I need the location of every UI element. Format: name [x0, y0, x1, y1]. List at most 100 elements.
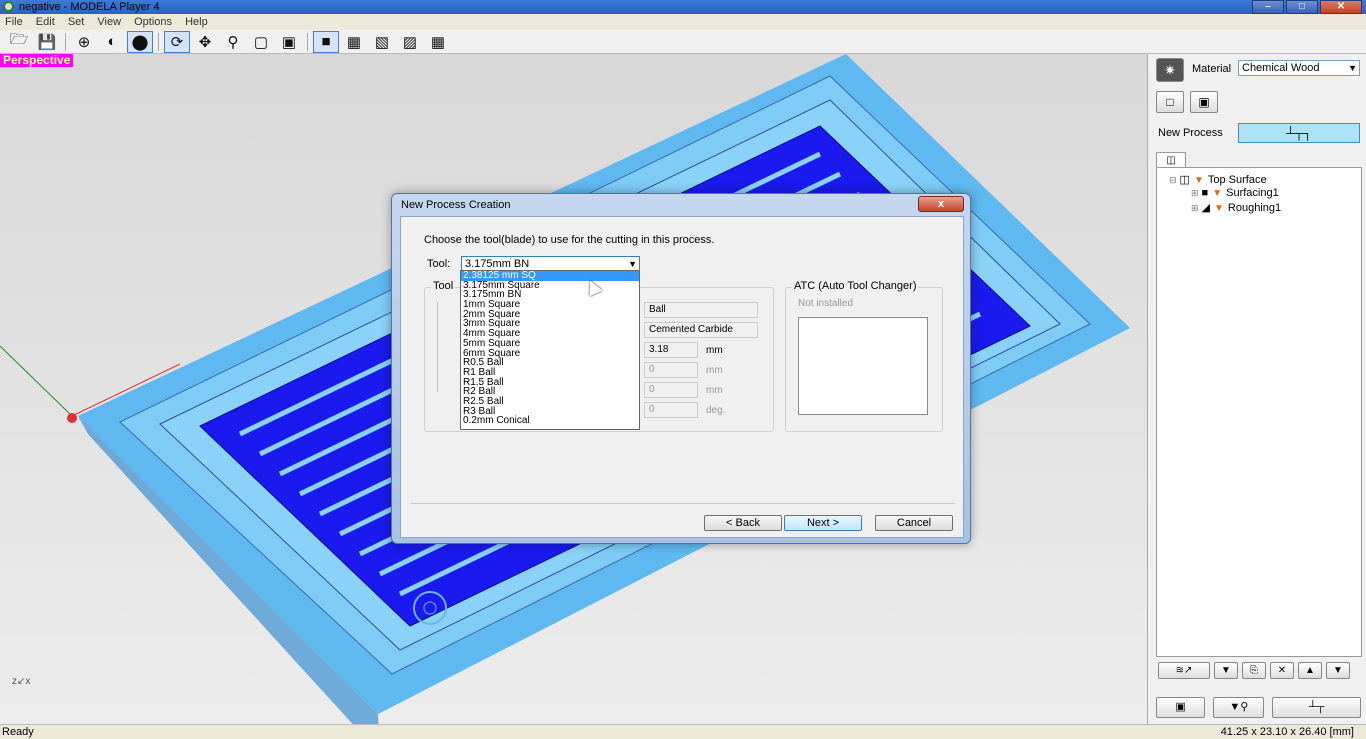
- view-front-icon[interactable]: ▧: [369, 31, 395, 53]
- tree-item-roughing1[interactable]: ⊞ ◢ ▼ Roughing1: [1191, 201, 1281, 214]
- new-process-label: New Process: [1158, 127, 1223, 139]
- material-select-value: Chemical Wood: [1242, 62, 1320, 74]
- view-right-icon[interactable]: ▨: [397, 31, 423, 53]
- view-grid-icon[interactable]: ▦: [425, 31, 451, 53]
- tool-shape-field: Ball: [644, 302, 758, 318]
- material-view-button[interactable]: ▣: [1190, 91, 1218, 113]
- tree-item-label: Roughing1: [1227, 202, 1282, 214]
- window-title: negative - MODELA Player 4: [19, 1, 160, 13]
- preview-cutting-button[interactable]: ▼⚲: [1213, 697, 1265, 718]
- expand-icon: ⊞: [1191, 203, 1199, 213]
- axis-indicator: z↙x: [12, 676, 31, 687]
- preview-button[interactable]: ▣: [1156, 697, 1206, 718]
- close-button[interactable]: ✕: [1320, 0, 1362, 14]
- open-icon[interactable]: 🗁: [6, 31, 32, 53]
- new-process-button[interactable]: ┴┬┐: [1238, 123, 1360, 143]
- maximize-button[interactable]: □: [1286, 0, 1318, 14]
- status-bar: Ready 41.25 x 23.10 x 26.40 [mm]: [0, 724, 1366, 739]
- dropdown-option[interactable]: 0.2mm Conical: [461, 416, 639, 426]
- toolbar: 🗁 💾 ⊕ ◐ ⬤ ⟳ ✥ ⚲ ▢ ▣ ■ ▦ ▧ ▨ ▦: [0, 30, 1366, 54]
- dialog-title: New Process Creation: [401, 199, 511, 211]
- process-tree-tab[interactable]: ◫: [1156, 152, 1186, 168]
- model-view-button[interactable]: □: [1156, 91, 1184, 113]
- param2-unit: mm: [706, 365, 723, 376]
- pan-icon[interactable]: ✥: [192, 31, 218, 53]
- app-icon: [3, 1, 14, 12]
- minimize-button[interactable]: –: [1252, 0, 1284, 14]
- material-label: Material: [1192, 63, 1232, 75]
- zoom-fit-icon[interactable]: ▣: [276, 31, 302, 53]
- dialog-prompt: Choose the tool(blade) to use for the cu…: [424, 234, 715, 246]
- tool-param2-field: 0: [644, 362, 698, 378]
- view-mode-label: Perspective: [0, 54, 74, 67]
- window-controls: – □ ✕: [1252, 0, 1362, 14]
- expand-icon: ⊞: [1191, 188, 1199, 198]
- stack-icon: ◫: [1179, 174, 1190, 186]
- tool-dropdown-list: 2.38125 mm SQ 3.175mm Square 3.175mm BN …: [460, 270, 640, 430]
- globe-icon[interactable]: ⊕: [71, 31, 97, 53]
- process-icon: ▼: [1212, 188, 1223, 199]
- diameter-unit: mm: [706, 345, 723, 356]
- shade-icon[interactable]: ⬤: [127, 30, 153, 53]
- next-button[interactable]: Next >: [784, 515, 862, 531]
- atc-tool-list: [798, 317, 928, 415]
- zoom-icon[interactable]: ⚲: [220, 31, 246, 53]
- steps-icon: ◢: [1201, 202, 1211, 214]
- dialog-close-button[interactable]: x: [918, 196, 964, 212]
- menu-options[interactable]: Options: [129, 14, 177, 30]
- save-icon[interactable]: 💾: [34, 31, 60, 53]
- view-top-icon[interactable]: ▦: [341, 31, 367, 53]
- param3-unit: mm: [706, 385, 723, 396]
- tree-item-surfacing1[interactable]: ⊞ ■ ▼ Surfacing1: [1191, 187, 1279, 199]
- menu-file[interactable]: File: [0, 14, 28, 30]
- tree-item-top-surface[interactable]: ⊟ ◫ ▼ Top Surface: [1169, 173, 1267, 186]
- tool-diameter-field: 3.18: [644, 342, 698, 358]
- toolbar-separator: [307, 32, 308, 51]
- chevron-down-icon: ▼: [1348, 63, 1357, 73]
- process-icon: ▼: [1214, 203, 1224, 214]
- process-icon: ▼: [1193, 175, 1204, 186]
- tool-angle-field: 0: [644, 402, 698, 418]
- menu-set[interactable]: Set: [63, 14, 90, 30]
- tool-label: Tool:: [427, 258, 451, 270]
- material-icon[interactable]: ✷: [1156, 58, 1184, 82]
- tree-actions: ≋↗ ▼ ⎘ ✕ ▲ ▼: [1158, 662, 1350, 679]
- menu-view[interactable]: View: [92, 14, 126, 30]
- tool-image-frame: [437, 302, 441, 392]
- rotate-icon[interactable]: ⟳: [164, 30, 190, 53]
- copy-button[interactable]: ⎘: [1242, 662, 1266, 679]
- chevron-down-icon: ▼: [628, 259, 637, 269]
- toolbar-separator: [158, 32, 159, 51]
- status-text: Ready: [2, 726, 34, 738]
- atc-status: Not installed: [798, 298, 854, 309]
- move-down-button[interactable]: ▼: [1326, 662, 1350, 679]
- atc-group: ATC (Auto Tool Changer) Not installed: [785, 280, 943, 432]
- view-iso-icon[interactable]: ■: [313, 30, 339, 53]
- back-button[interactable]: < Back: [704, 515, 782, 531]
- tool-select-value: 3.175mm BN: [465, 258, 530, 270]
- edit-path-button[interactable]: ≋↗: [1158, 662, 1210, 679]
- globe-outline-icon[interactable]: ◐: [99, 31, 125, 53]
- move-up-button[interactable]: ▲: [1298, 662, 1322, 679]
- menu-help[interactable]: Help: [180, 14, 213, 30]
- cancel-button[interactable]: Cancel: [875, 515, 953, 531]
- zoom-box-icon[interactable]: ▢: [248, 31, 274, 53]
- toolbar-separator: [65, 32, 66, 51]
- output-actions: ▣ ▼⚲ ┴┬: [1156, 697, 1361, 718]
- cut-button[interactable]: ┴┬: [1272, 697, 1361, 718]
- square-icon: ■: [1201, 187, 1209, 199]
- tool-group-title: Tool: [431, 280, 456, 292]
- delete-button[interactable]: ✕: [1270, 662, 1294, 679]
- atc-group-title: ATC (Auto Tool Changer): [792, 280, 919, 292]
- menu-edit[interactable]: Edit: [31, 14, 60, 30]
- tool-material-field: Cemented Carbide: [644, 322, 758, 338]
- side-panel: ✷ Material Chemical Wood ▼ □ ▣ New Proce…: [1147, 54, 1366, 724]
- collapse-icon: ⊟: [1169, 175, 1177, 185]
- tree-item-label: Surfacing1: [1226, 187, 1279, 199]
- process-tree: ⊟ ◫ ▼ Top Surface ⊞ ■ ▼ Surfacing1 ⊞ ◢ ▼ Roughing…: [1156, 167, 1362, 657]
- model-dimensions: 41.25 x 23.10 x 26.40 [mm]: [1220, 726, 1354, 738]
- process-menu-button[interactable]: ▼: [1214, 662, 1238, 679]
- title-bar: negative - MODELA Player 4 – □ ✕: [0, 0, 1366, 14]
- dialog-divider: [411, 503, 955, 504]
- material-select[interactable]: Chemical Wood ▼: [1238, 60, 1360, 76]
